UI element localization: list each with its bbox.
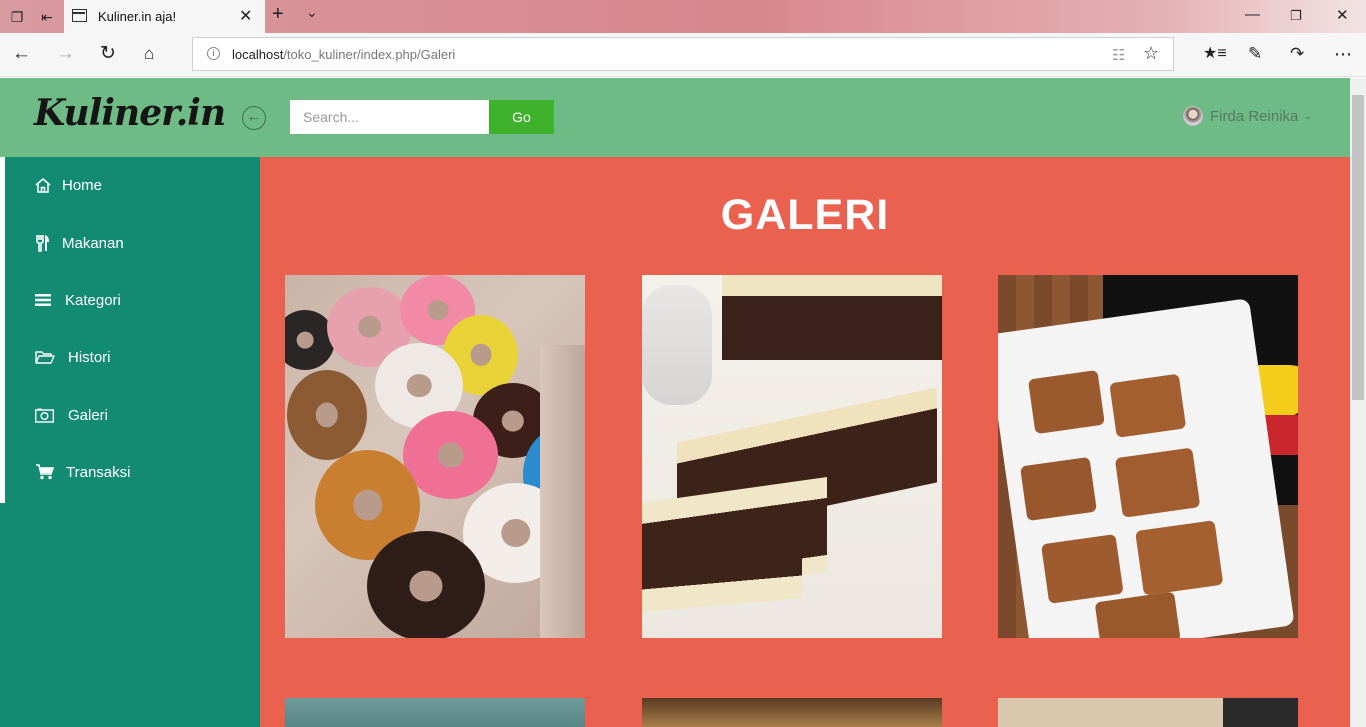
chevron-down-icon: ⌄ — [1303, 110, 1312, 122]
url-path: /toko_kuliner/index.php/Galeri — [283, 47, 456, 62]
donut-shape — [287, 370, 367, 460]
pisang-piece — [1019, 456, 1097, 522]
gallery-image-4[interactable] — [285, 698, 585, 727]
donut-shape — [403, 411, 498, 499]
cutlery-icon — [36, 234, 62, 252]
search-go-button[interactable]: Go — [489, 100, 554, 134]
page-title: GALERI — [720, 191, 890, 239]
cart-icon — [36, 464, 66, 480]
pisang-piece — [1027, 369, 1105, 435]
sidebar-toggle-back-icon[interactable]: ← — [242, 106, 266, 130]
donut-shape — [367, 531, 485, 638]
sidebar-item-makanan[interactable]: Makanan — [5, 223, 260, 263]
more-options-icon[interactable]: ⋯ — [1334, 42, 1352, 66]
favorites-hub-icon[interactable]: ★≡ — [1203, 42, 1227, 66]
window-close-icon[interactable]: ✕ — [1336, 6, 1349, 24]
pisang-piece — [1114, 447, 1201, 518]
sidebar-item-kategori[interactable]: Kategori — [5, 280, 260, 320]
sidebar-item-transaksi[interactable]: Transaksi — [5, 452, 260, 492]
set-tabs-aside-icon[interactable]: ⇤ — [36, 6, 58, 28]
browser-nav-bar: ← → ↻ ⌂ i localhost/toko_kuliner/index.p… — [0, 33, 1366, 77]
pisang-piece — [1109, 373, 1187, 438]
gallery-image-5[interactable] — [642, 698, 942, 727]
gallery-image-chocolate-cake[interactable] — [642, 275, 942, 638]
favorite-star-icon[interactable]: ☆ — [1143, 43, 1159, 64]
url-host: localhost — [232, 47, 284, 62]
scrollbar-thumb[interactable] — [1352, 95, 1364, 400]
main-content: GALERI — [260, 157, 1350, 727]
pisang-piece — [1041, 534, 1124, 604]
close-tab-icon[interactable]: ✕ — [239, 6, 252, 26]
browser-tab-bar: ❐ ⇤ Kuliner.in aja! ✕ + ⌄ — ❐ ✕ — [0, 0, 1366, 33]
browser-tab[interactable]: Kuliner.in aja! ✕ — [64, 0, 265, 33]
minimize-icon[interactable]: — — [1245, 6, 1260, 23]
page-favicon-icon — [72, 9, 87, 22]
home-icon — [34, 177, 62, 194]
tab-title: Kuliner.in aja! — [98, 9, 177, 24]
sidebar-item-galeri[interactable]: Galeri — [5, 395, 260, 435]
pen-notes-icon[interactable]: ✎ — [1248, 42, 1262, 66]
cake-back — [722, 275, 942, 360]
sidebar-item-label: Histori — [68, 348, 111, 366]
sidebar-item-home[interactable]: Home — [5, 165, 260, 205]
back-icon[interactable]: ← — [12, 42, 31, 66]
url-text[interactable]: localhost/toko_kuliner/index.php/Galeri — [232, 47, 455, 62]
site-logo[interactable]: Kuliner.in — [34, 92, 226, 134]
tab-preview-chevron-icon[interactable]: ⌄ — [306, 4, 318, 21]
address-bar[interactable]: i localhost/toko_kuliner/index.php/Galer… — [192, 37, 1174, 71]
sidebar-item-label: Transaksi — [66, 463, 131, 481]
folder-open-icon — [35, 350, 68, 365]
forward-icon[interactable]: → — [56, 42, 75, 66]
user-name: Firda Reinika — [1210, 107, 1299, 125]
cake-slice-bottom — [642, 523, 802, 612]
sidebar-item-histori[interactable]: Histori — [5, 337, 260, 377]
pisang-piece — [1135, 520, 1224, 596]
gallery-image-pisang[interactable] — [998, 275, 1298, 638]
list-icon — [35, 293, 65, 307]
user-menu[interactable]: Firda Reinika ⌄ — [1183, 105, 1312, 127]
share-icon[interactable]: ↷ — [1290, 42, 1304, 66]
new-tab-icon[interactable]: + — [272, 3, 284, 26]
home-page-icon[interactable]: ⌂ — [144, 42, 154, 66]
sidebar-item-label: Makanan — [62, 234, 124, 252]
restore-icon[interactable]: ❐ — [1290, 8, 1302, 24]
search-input[interactable] — [290, 100, 489, 134]
gallery-image-6[interactable] — [998, 698, 1298, 727]
pisang-piece — [1094, 591, 1181, 638]
gallery-image-donuts[interactable] — [285, 275, 585, 638]
camera-icon — [35, 408, 68, 423]
jar — [642, 285, 712, 405]
sidebar-item-label: Kategori — [65, 291, 121, 309]
sidebar-item-label: Galeri — [68, 406, 109, 424]
sidebar-item-label: Home — [62, 176, 103, 194]
plate — [998, 298, 1295, 638]
tab-actions-icon[interactable]: ❐ — [6, 6, 28, 28]
site-info-icon[interactable]: i — [207, 47, 220, 60]
refresh-icon[interactable]: ↻ — [100, 42, 116, 66]
site-header: Kuliner.in ← Go Firda Reinika ⌄ — [0, 78, 1350, 157]
avatar — [1183, 106, 1203, 126]
reading-view-icon[interactable]: ☷ — [1112, 46, 1125, 64]
box-edge — [540, 345, 585, 638]
